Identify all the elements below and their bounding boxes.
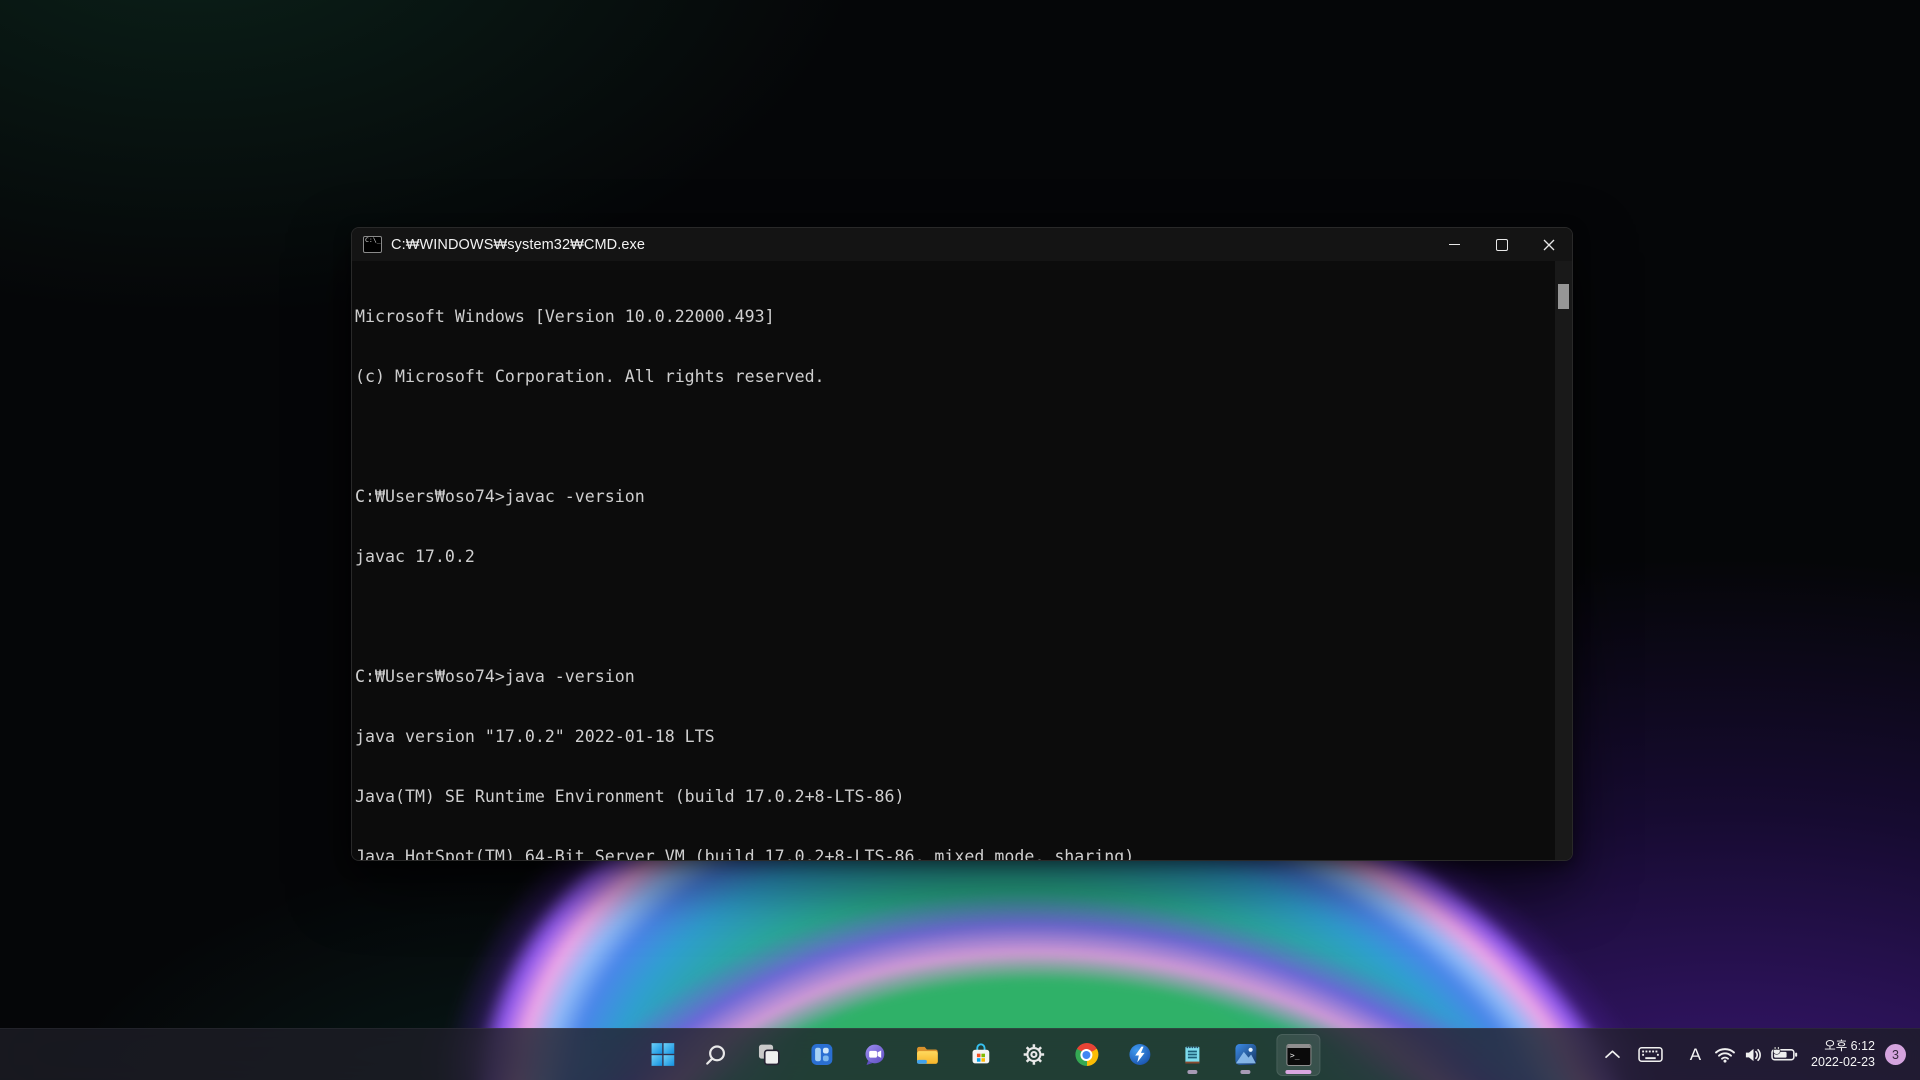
- ime-language-indicator[interactable]: A: [1690, 1045, 1701, 1065]
- notification-count-badge[interactable]: 3: [1885, 1044, 1906, 1065]
- terminal-output[interactable]: Microsoft Windows [Version 10.0.22000.49…: [352, 261, 1555, 860]
- window-title: C:₩WINDOWS₩system32₩CMD.exe: [391, 237, 645, 253]
- file-explorer-icon: [915, 1043, 939, 1067]
- tray-date: 2022-02-23: [1811, 1055, 1875, 1071]
- terminal-line: Microsoft Windows [Version 10.0.22000.49…: [355, 307, 1555, 327]
- terminal-line: [355, 607, 1555, 627]
- search-button[interactable]: [693, 1034, 737, 1076]
- terminal-line: C:₩Users₩oso74>java -version: [355, 667, 1555, 687]
- quick-settings-button[interactable]: [1714, 1046, 1798, 1063]
- maximize-button[interactable]: [1478, 228, 1525, 261]
- chat-button[interactable]: [852, 1034, 896, 1076]
- lightning-app-button[interactable]: [1117, 1034, 1161, 1076]
- cmd-app-icon: C:\_: [363, 236, 382, 253]
- scrollbar-thumb[interactable]: [1558, 284, 1569, 309]
- photos-button[interactable]: [1223, 1034, 1267, 1076]
- window-titlebar[interactable]: C:\_ C:₩WINDOWS₩system32₩CMD.exe: [352, 228, 1572, 261]
- cmd-taskbar-button[interactable]: >_: [1276, 1034, 1320, 1076]
- terminal-line: C:₩Users₩oso74>javac -version: [355, 487, 1555, 507]
- lightning-icon: [1128, 1043, 1151, 1066]
- close-button[interactable]: [1525, 228, 1572, 261]
- search-icon: [703, 1043, 727, 1067]
- chat-icon: [863, 1043, 886, 1066]
- task-view-icon: [757, 1043, 780, 1066]
- charger-plug-glyph: [1773, 1047, 1780, 1054]
- notepad-icon: [1181, 1044, 1203, 1066]
- chrome-icon: [1075, 1043, 1098, 1066]
- terminal-line: [355, 427, 1555, 447]
- chevron-up-icon: [1605, 1050, 1620, 1059]
- show-hidden-icons-button[interactable]: [1605, 1050, 1620, 1059]
- running-indicator: [1240, 1070, 1250, 1074]
- photos-icon: [1234, 1043, 1257, 1066]
- terminal-line: Java(TM) SE Runtime Environment (build 1…: [355, 787, 1555, 807]
- keyboard-icon: [1638, 1046, 1663, 1063]
- terminal-line: (c) Microsoft Corporation. All rights re…: [355, 367, 1555, 387]
- microsoft-store-icon: [969, 1043, 992, 1066]
- notepad-button[interactable]: [1170, 1034, 1214, 1076]
- minimize-button[interactable]: [1431, 228, 1478, 261]
- settings-gear-icon: [1022, 1043, 1045, 1066]
- cmd-window: C:\_ C:₩WINDOWS₩system32₩CMD.exe Microso…: [351, 227, 1573, 861]
- minimize-icon: [1449, 244, 1460, 245]
- system-tray: A: [1605, 1029, 1920, 1080]
- terminal-scrollbar[interactable]: [1555, 261, 1572, 860]
- terminal-line: java version "17.0.2" 2022-01-18 LTS: [355, 727, 1555, 747]
- terminal-line: javac 17.0.2: [355, 547, 1555, 567]
- close-icon: [1543, 239, 1555, 251]
- cmd-icon: >_: [1286, 1044, 1311, 1066]
- taskbar: >_: [0, 1028, 1920, 1080]
- settings-button[interactable]: [1011, 1034, 1055, 1076]
- microsoft-store-button[interactable]: [958, 1034, 1002, 1076]
- wifi-icon: [1714, 1046, 1736, 1063]
- start-button[interactable]: [640, 1034, 684, 1076]
- widgets-icon: [810, 1043, 833, 1066]
- windows-logo-icon: [650, 1042, 675, 1067]
- chrome-button[interactable]: [1064, 1034, 1108, 1076]
- clock[interactable]: 오후 6:12 2022-02-23: [1811, 1039, 1875, 1070]
- file-explorer-button[interactable]: [905, 1034, 949, 1076]
- taskbar-icons: >_: [640, 1029, 1320, 1080]
- maximize-icon: [1496, 239, 1508, 251]
- tray-time: 오후 6:12: [1811, 1039, 1875, 1055]
- touch-keyboard-button[interactable]: [1638, 1046, 1663, 1063]
- active-window-indicator: [1285, 1070, 1311, 1074]
- battery-charging-icon: [1771, 1047, 1798, 1062]
- desktop: C:\_ C:₩WINDOWS₩system32₩CMD.exe Microso…: [0, 0, 1920, 1080]
- widgets-button[interactable]: [799, 1034, 843, 1076]
- terminal-line: Java HotSpot(TM) 64-Bit Server VM (build…: [355, 847, 1555, 860]
- task-view-button[interactable]: [746, 1034, 790, 1076]
- volume-icon: [1744, 1047, 1763, 1063]
- running-indicator: [1187, 1070, 1197, 1074]
